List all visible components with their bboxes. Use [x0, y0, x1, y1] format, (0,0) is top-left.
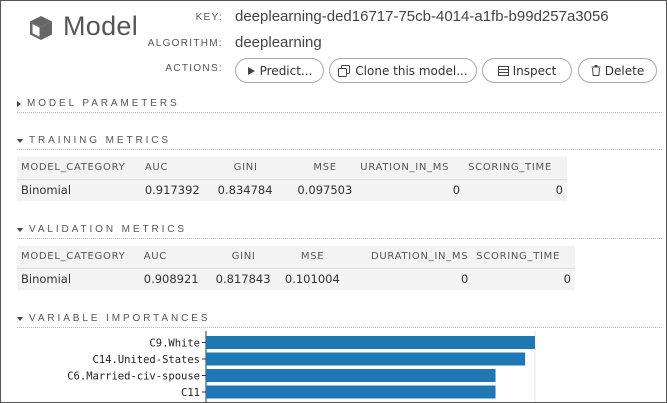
table-cell: 0.917392 — [144, 183, 200, 198]
table-cell: Binomial — [21, 183, 72, 198]
divider — [17, 327, 662, 328]
table-cell: 0.097503 — [297, 183, 353, 198]
key-label: KEY: — [195, 12, 223, 23]
algorithm-value: deeplearning — [235, 34, 322, 51]
table-cell: 0.101004 — [284, 272, 340, 287]
predict-button[interactable]: Predict... — [235, 58, 324, 83]
table-cell: 0.908921 — [143, 272, 199, 287]
cube-icon — [30, 16, 52, 40]
predict-button-label: Predict... — [259, 63, 313, 78]
table-cell: 0 — [460, 272, 469, 287]
section-variable-importances[interactable]: VARIABLE IMPORTANCES — [17, 312, 662, 325]
caret-right-icon — [17, 100, 21, 107]
table-icon — [497, 65, 509, 76]
variable-label: C6.Married-civ-spouse — [67, 371, 200, 383]
caret-down-icon — [17, 138, 23, 143]
delete-button[interactable]: Delete — [578, 58, 657, 83]
importance-bar — [206, 369, 496, 382]
actions-label: ACTIONS: — [165, 63, 223, 74]
delete-button-label: Delete — [604, 63, 645, 78]
copy-icon — [338, 64, 351, 77]
caret-down-icon — [17, 227, 23, 232]
section-training-metrics[interactable]: TRAINING METRICS — [17, 134, 662, 147]
column-header: DURATION_IN_MS — [351, 246, 473, 269]
validation-metrics-table: MODEL_CATEGORY AUC GINI MSE DURATION_IN_… — [17, 246, 575, 290]
column-header: URATION_IN_MS — [356, 157, 465, 180]
table-cell: 0 — [452, 183, 461, 198]
variable-label: C14.United-States — [93, 354, 200, 366]
variable-importance-chart: C9.White C14.United-States C6.Married-civ-… — [67, 331, 536, 402]
trash-icon — [591, 65, 601, 76]
divider — [17, 238, 662, 239]
column-header: GINI — [211, 246, 281, 269]
table-row: Binomial 0.917392 0.834784 0.097503 0 0 — [17, 179, 567, 201]
model-page: Model KEY: deeplearning-ded16717-75cb-40… — [0, 0, 667, 403]
table-header-row: MODEL_CATEGORY AUC GINI MSE URATION_IN_M… — [17, 157, 567, 180]
column-header: AUC — [139, 246, 212, 269]
importance-bar — [206, 385, 496, 399]
variable-label: C9.White — [149, 338, 200, 350]
clone-model-button-label: Clone this model... — [355, 63, 468, 78]
table-cell: Binomial — [21, 272, 72, 287]
table-cell: 0.834784 — [217, 183, 273, 198]
table-cell: 0 — [555, 183, 563, 198]
importance-bar — [206, 352, 526, 366]
section-title: TRAINING METRICS — [29, 135, 171, 146]
caret-down-icon — [17, 316, 23, 321]
importance-bar — [206, 336, 535, 349]
model-key-value: deeplearning-ded16717-75cb-4014-a1fb-b99… — [235, 8, 609, 25]
play-icon — [247, 66, 255, 75]
column-header: GINI — [213, 157, 294, 180]
section-title: MODEL PARAMETERS — [27, 98, 180, 109]
inspect-button[interactable]: Inspect — [482, 58, 572, 83]
section-model-parameters[interactable]: MODEL PARAMETERS — [17, 97, 662, 110]
training-metrics-table: MODEL_CATEGORY AUC GINI MSE URATION_IN_M… — [17, 157, 567, 201]
algorithm-label: ALGORITHM: — [147, 38, 223, 49]
column-header: SCORING_TIME — [464, 157, 567, 180]
table-row: Binomial 0.908921 0.817843 0.101004 0 0 — [17, 268, 575, 290]
divider — [17, 112, 662, 113]
section-title: VALIDATION METRICS — [29, 224, 187, 235]
table-cell: 0.817843 — [215, 272, 271, 287]
section-validation-metrics[interactable]: VALIDATION METRICS — [17, 223, 662, 236]
column-header: MSE — [293, 157, 357, 180]
clone-model-button[interactable]: Clone this model... — [329, 58, 477, 83]
divider — [17, 149, 662, 150]
table-cell: 0 — [563, 272, 571, 287]
column-header: MSE — [280, 246, 352, 269]
variable-label: C11 — [181, 387, 200, 399]
column-header: AUC — [140, 157, 214, 180]
column-header: SCORING_TIME — [472, 246, 575, 269]
inspect-button-label: Inspect — [512, 63, 557, 78]
section-title: VARIABLE IMPORTANCES — [29, 313, 211, 324]
table-header-row: MODEL_CATEGORY AUC GINI MSE DURATION_IN_… — [17, 246, 575, 269]
column-header: MODEL_CATEGORY — [17, 157, 141, 180]
column-header: MODEL_CATEGORY — [17, 246, 140, 269]
